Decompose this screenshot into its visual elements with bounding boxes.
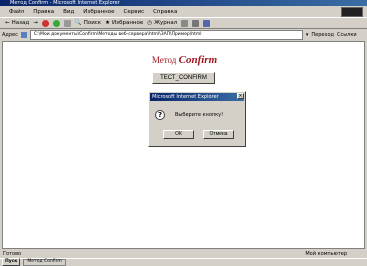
address-label: Адрес	[2, 31, 18, 38]
favorites-button[interactable]: ★ Избранное	[105, 20, 143, 26]
menu-favorites[interactable]: Избранное	[83, 9, 114, 15]
history-icon: ◷	[147, 20, 153, 26]
home-button[interactable]	[63, 19, 71, 27]
page-title-method: Confirm	[178, 54, 218, 66]
menu-tools[interactable]: Сервис	[124, 9, 145, 15]
history-button[interactable]: ◷ Журнал	[147, 20, 177, 26]
page-title: Метод Confirm	[3, 54, 366, 66]
favorites-icon: ★	[105, 20, 111, 26]
refresh-button[interactable]	[52, 19, 60, 27]
print-button[interactable]	[192, 19, 200, 27]
go-button[interactable]: Переход	[311, 32, 334, 38]
links-button[interactable]: Ссылки	[337, 32, 357, 38]
menu-bar: Файл Правка Вид Избранное Сервис Справка	[0, 6, 367, 17]
search-icon: 🔍	[74, 20, 82, 26]
page-title-prefix: Метод	[151, 55, 177, 65]
dialog-message: Выберите кнопку!	[175, 112, 224, 118]
close-icon[interactable]: ×	[237, 93, 244, 99]
address-dropdown-icon[interactable]: ▾	[306, 32, 309, 38]
edit-button[interactable]	[203, 19, 211, 27]
dialog-title: Microsoft Internet Explorer	[150, 93, 244, 101]
back-button[interactable]: ← Назад	[5, 20, 29, 26]
menu-help[interactable]: Справка	[153, 9, 177, 15]
mail-button[interactable]	[181, 19, 189, 27]
back-arrow-icon: ←	[5, 20, 10, 26]
stop-icon	[41, 19, 49, 27]
address-bar: Адрес C:\Мои документы\Confirm\Методы ве…	[0, 29, 367, 40]
search-button[interactable]: 🔍 Поиск	[75, 20, 101, 26]
edit-icon	[203, 19, 211, 27]
forward-arrow-icon: →	[33, 20, 38, 26]
ok-button[interactable]: ОК	[163, 130, 194, 139]
test-confirm-button[interactable]: ТЕСТ_CONFIRM	[152, 72, 215, 84]
question-icon: ?	[155, 110, 165, 120]
stop-button[interactable]	[41, 19, 49, 27]
refresh-icon	[52, 19, 60, 27]
zone-text: Мой компьютер	[305, 250, 347, 257]
page-icon	[20, 31, 27, 38]
print-icon	[192, 19, 200, 27]
status-bar: Готово Мой компьютер	[0, 249, 367, 258]
menu-edit[interactable]: Правка	[33, 9, 54, 15]
windows-logo-icon	[341, 7, 363, 17]
menu-file[interactable]: Файл	[9, 9, 24, 15]
status-text: Готово	[3, 250, 22, 257]
toolbar: ← Назад → 🔍 Поиск ★ Избранное ◷ Журнал	[0, 17, 367, 29]
confirm-dialog: Microsoft Internet Explorer × ? Выберите…	[148, 91, 246, 147]
address-input[interactable]: C:\Мои документы\Confirm\Методы веб-серв…	[29, 29, 303, 40]
taskbar: Пуск Метод Confirm	[0, 258, 367, 266]
forward-button[interactable]: →	[33, 20, 38, 26]
home-icon	[63, 19, 71, 27]
menu-view[interactable]: Вид	[63, 9, 74, 15]
mail-icon	[181, 19, 189, 27]
taskbar-task[interactable]: Метод Confirm	[23, 258, 66, 266]
page-content: Метод Confirm ТЕСТ_CONFIRM Microsoft Int…	[2, 41, 365, 249]
cancel-button[interactable]: Отмена	[203, 130, 234, 139]
